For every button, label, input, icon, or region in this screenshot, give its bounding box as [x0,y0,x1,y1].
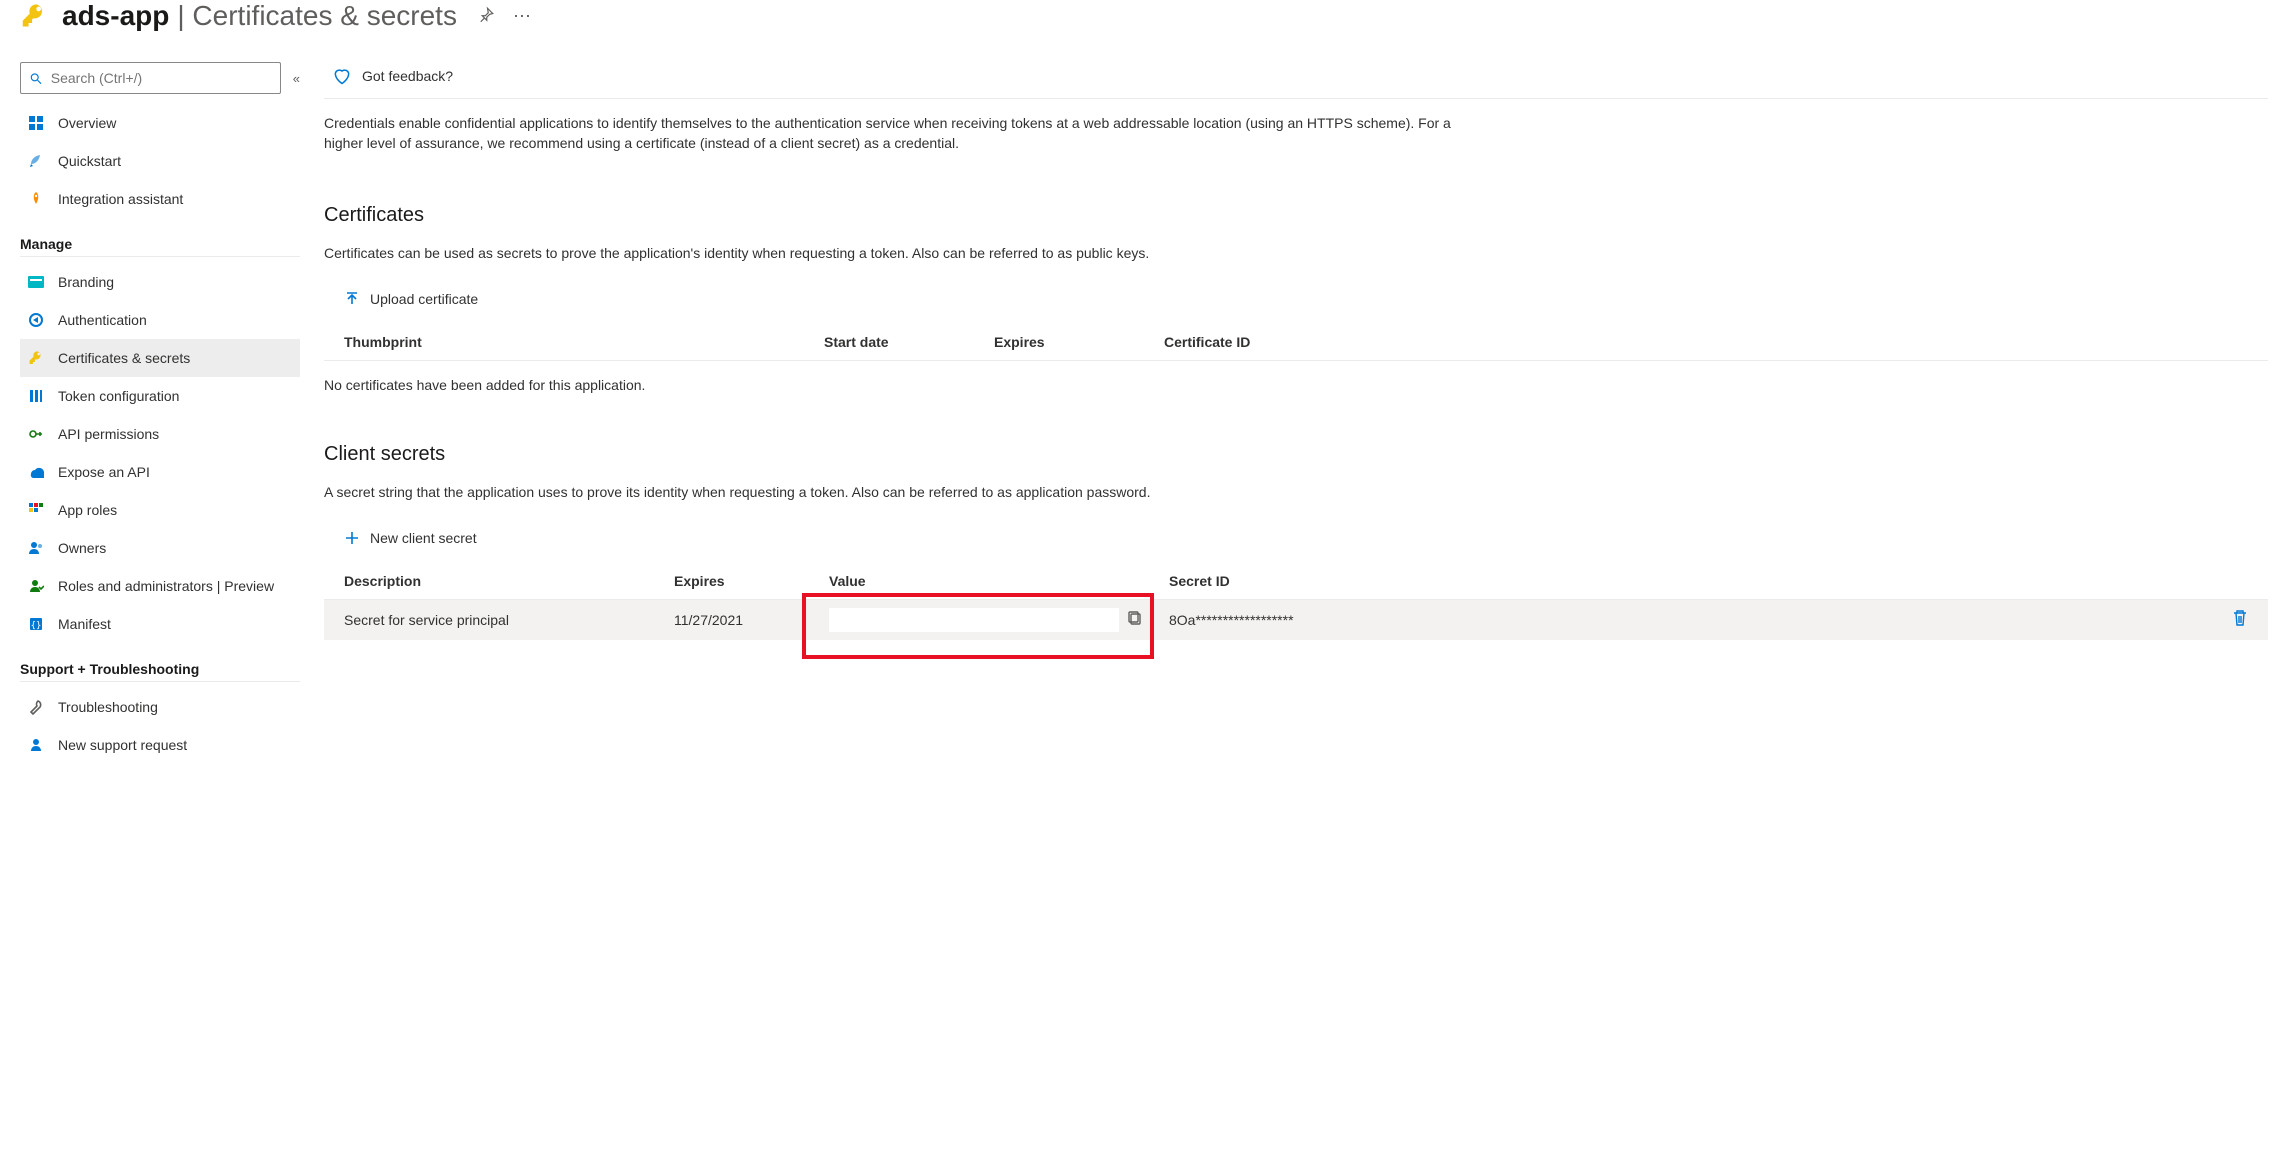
secret-value-field[interactable] [829,608,1119,632]
search-input[interactable] [49,69,272,87]
app-name: ads-app [62,0,169,32]
sidebar-item-roles-admins[interactable]: Roles and administrators | Preview [20,567,300,605]
sidebar-item-api-permissions[interactable]: API permissions [20,415,300,453]
sidebar-item-label: App roles [58,502,117,518]
col-certificate-id: Certificate ID [1164,334,2248,350]
col-secret-id: Secret ID [1169,573,2208,589]
sidebar-item-overview[interactable]: Overview [20,104,300,142]
sidebar-item-quickstart[interactable]: Quickstart [20,142,300,180]
col-value: Value [829,573,1169,589]
sidebar-item-integration-assistant[interactable]: Integration assistant [20,180,300,218]
client-secrets-heading: Client secrets [324,443,2268,466]
sidebar-item-troubleshooting[interactable]: Troubleshooting [20,688,300,726]
sidebar-item-token-configuration[interactable]: Token configuration [20,377,300,415]
key-icon [20,2,48,30]
secret-row: Secret for service principal 11/27/2021 … [324,600,2268,640]
sidebar-item-new-support-request[interactable]: New support request [20,726,300,764]
sidebar-nav: Overview Quickstart Integration assistan… [20,104,300,764]
rocket-icon [26,191,46,207]
app-roles-icon [26,502,46,518]
sidebar-item-label: Owners [58,540,106,556]
client-secrets-description: A secret string that the application use… [324,484,2268,500]
sidebar-item-app-roles[interactable]: App roles [20,491,300,529]
more-icon[interactable]: ⋯ [513,6,533,27]
secrets-table: Description Expires Value Secret ID Secr… [324,563,2268,640]
feedback-label: Got feedback? [362,68,453,84]
new-client-secret-label: New client secret [370,530,477,546]
overview-icon [26,115,46,131]
search-box[interactable] [20,62,281,94]
token-icon [26,388,46,404]
secrets-table-head: Description Expires Value Secret ID [324,563,2268,600]
page-title: | Certificates & secrets [177,0,457,32]
pin-icon[interactable] [477,6,495,27]
quickstart-icon [26,153,46,169]
sidebar-item-certificates-secrets[interactable]: Certificates & secrets [20,339,300,377]
plus-icon [344,530,360,546]
api-permissions-icon [26,426,46,442]
copy-icon[interactable] [1127,610,1143,629]
col-expires: Expires [994,334,1164,350]
certificates-empty: No certificates have been added for this… [324,377,2268,393]
sidebar-item-expose-api[interactable]: Expose an API [20,453,300,491]
expose-api-icon [26,464,46,480]
troubleshooting-icon [26,699,46,715]
col-description: Description [344,573,674,589]
key-icon [26,350,46,366]
col-expires: Expires [674,573,829,589]
secret-description: Secret for service principal [344,612,674,628]
sidebar-item-authentication[interactable]: Authentication [20,301,300,339]
roles-admins-icon [26,578,46,594]
sidebar: « Overview Quickstart Integration assist… [20,62,300,764]
upload-certificate-label: Upload certificate [370,291,478,307]
sidebar-item-label: Integration assistant [58,191,183,207]
support-request-icon [26,737,46,753]
upload-certificate-button[interactable]: Upload certificate [344,291,478,307]
svg-text:{}: {} [31,621,42,631]
secret-expires: 11/27/2021 [674,612,829,628]
sidebar-item-label: Troubleshooting [58,699,158,715]
sidebar-group-support: Support + Troubleshooting [20,661,300,682]
sidebar-item-label: Expose an API [58,464,150,480]
sidebar-item-branding[interactable]: Branding [20,263,300,301]
intro-text: Credentials enable confidential applicat… [324,113,1474,154]
col-start-date: Start date [824,334,994,350]
sidebar-item-label: Token configuration [58,388,179,404]
upload-icon [344,291,360,307]
sidebar-item-label: Authentication [58,312,147,328]
authentication-icon [26,312,46,328]
sidebar-item-label: Certificates & secrets [58,350,190,366]
sidebar-item-label: Quickstart [58,153,121,169]
sidebar-item-label: New support request [58,737,187,753]
sidebar-item-manifest[interactable]: {} Manifest [20,605,300,643]
feedback-link[interactable]: Got feedback? [324,62,2268,99]
sidebar-item-label: Overview [58,115,116,131]
sidebar-item-label: Roles and administrators | Preview [58,578,274,594]
certificates-description: Certificates can be used as secrets to p… [324,245,2268,261]
collapse-sidebar-icon[interactable]: « [293,71,300,86]
page-header: ads-app | Certificates & secrets ⋯ [20,0,2268,32]
sidebar-group-manage: Manage [20,236,300,257]
new-client-secret-button[interactable]: New client secret [344,530,477,546]
search-icon [29,71,43,86]
heart-icon [332,66,352,86]
certificates-heading: Certificates [324,204,2268,227]
secret-id: 8Oa****************** [1169,612,2208,628]
sidebar-item-owners[interactable]: Owners [20,529,300,567]
certificates-table-head: Thumbprint Start date Expires Certificat… [324,324,2268,361]
main-content: Got feedback? Credentials enable confide… [324,62,2268,764]
owners-icon [26,540,46,556]
sidebar-item-label: API permissions [58,426,159,442]
certificates-table: Thumbprint Start date Expires Certificat… [324,324,2268,361]
delete-icon[interactable] [2232,609,2248,630]
branding-icon [26,276,46,288]
manifest-icon: {} [26,616,46,632]
sidebar-item-label: Branding [58,274,114,290]
sidebar-item-label: Manifest [58,616,111,632]
col-thumbprint: Thumbprint [344,334,824,350]
